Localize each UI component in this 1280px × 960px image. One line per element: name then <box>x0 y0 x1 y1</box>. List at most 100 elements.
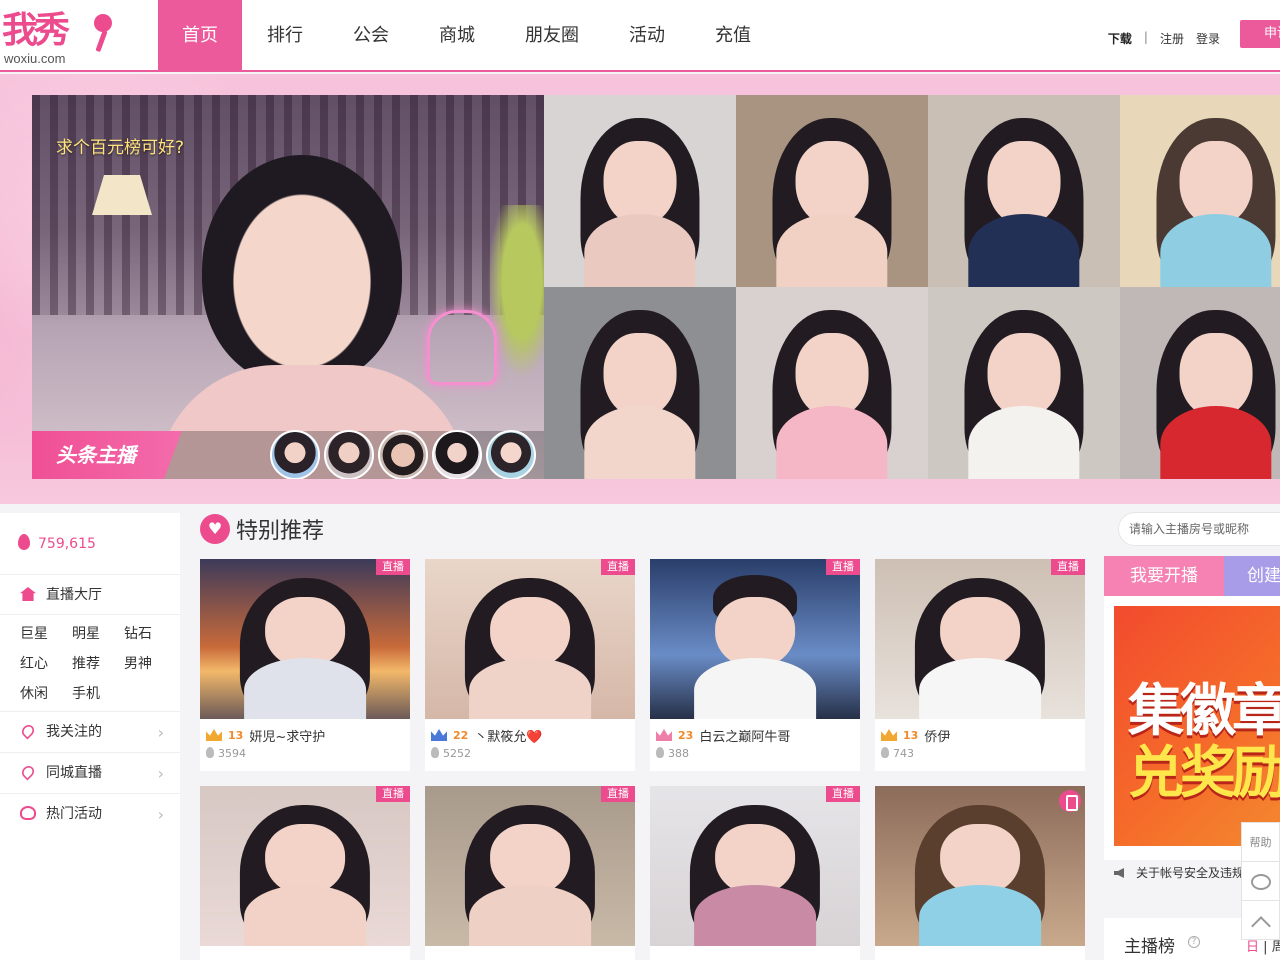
section-title: 特别推荐 <box>236 519 325 544</box>
live-badge: 直播 <box>376 559 410 575</box>
streamer-portrait <box>650 559 860 719</box>
live-badge: 直播 <box>376 786 410 802</box>
category-diamond[interactable]: 钻石 <box>124 619 176 649</box>
start-live-button[interactable]: 我要开播 <box>1104 556 1224 596</box>
streamer-portrait <box>928 95 1120 287</box>
streamer-tile[interactable] <box>736 95 928 287</box>
logo-domain: woxiu.com <box>4 51 66 66</box>
badge-event-banner[interactable]: 集徽章 兑奖励 <box>1114 606 1280 846</box>
category-superstar[interactable]: 巨星 <box>20 619 72 649</box>
login-link[interactable]: 登录 <box>1196 30 1220 47</box>
streamer-portrait <box>1120 95 1280 287</box>
nav-ranking[interactable]: 排行 <box>242 0 328 72</box>
category-mobile[interactable]: 手机 <box>72 679 124 709</box>
crown-icon <box>881 729 897 741</box>
tab-weekly[interactable]: 周 <box>1272 940 1280 955</box>
flame-icon <box>18 534 30 550</box>
streamer-portrait <box>1120 287 1280 479</box>
apply-anchor-button[interactable]: 申请 <box>1240 20 1280 48</box>
live-badge: 直播 <box>601 786 635 802</box>
headline-thumb[interactable] <box>486 430 536 479</box>
stream-caption: 求个百元榜可好? <box>56 138 185 158</box>
woxiu-logo[interactable]: 我秀 woxiu.com <box>2 10 122 66</box>
sidebar-local-live[interactable]: 同城直播 › <box>0 752 180 793</box>
wechat-button[interactable] <box>1242 862 1279 901</box>
create-button[interactable]: 创建 <box>1224 556 1280 596</box>
chevron-right-icon: › <box>157 805 164 824</box>
streamer-tile[interactable] <box>928 95 1120 287</box>
sidebar-following[interactable]: 我关注的 › <box>0 711 180 752</box>
streamer-name: 丶默筱允❤️ <box>474 729 543 745</box>
nav-events[interactable]: 活动 <box>604 0 690 72</box>
link-separator: | <box>1143 30 1148 44</box>
hot-events-label: 热门活动 <box>46 806 102 822</box>
stream-cover: 直播 <box>200 559 410 719</box>
sidebar-hot-events[interactable]: 热门活动 › <box>0 793 180 834</box>
category-male[interactable]: 男神 <box>124 649 176 679</box>
streamer-portrait <box>200 559 410 719</box>
crown-icon <box>656 729 672 741</box>
stream-card[interactable] <box>875 786 1085 960</box>
category-recommended[interactable]: 推荐 <box>72 649 124 679</box>
headline-thumb[interactable] <box>270 430 320 479</box>
streamer-level: 22 <box>453 728 469 742</box>
stream-card[interactable]: 直播 <box>200 786 410 960</box>
search-input[interactable]: 请输入主播房号或昵称 <box>1118 512 1280 546</box>
nav-mall[interactable]: 商城 <box>414 0 500 72</box>
online-count: 759,615 <box>0 513 180 575</box>
category-leisure[interactable]: 休闲 <box>20 679 72 709</box>
help-button[interactable]: 帮助 <box>1242 823 1279 862</box>
headline-thumb[interactable] <box>378 430 428 479</box>
flame-icon <box>20 806 36 820</box>
register-link[interactable]: 注册 <box>1160 30 1184 47</box>
live-badge: 直播 <box>826 786 860 802</box>
live-hall-link[interactable]: 直播大厅 <box>0 575 180 615</box>
streamer-portrait <box>875 559 1085 719</box>
streamer-name: 白云之巅阿牛哥 <box>699 729 791 745</box>
streamer-tile[interactable] <box>736 287 928 479</box>
nav-guild[interactable]: 公会 <box>328 0 414 72</box>
main-nav: 首页 排行 公会 商城 朋友圈 活动 充值 <box>158 0 776 72</box>
headline-stream[interactable]: 求个百元榜可好? 头条主播 <box>32 95 544 479</box>
live-badge: 直播 <box>826 559 860 575</box>
chevron-right-icon: › <box>157 723 164 742</box>
promo-line-2: 兑奖励 <box>1128 741 1280 806</box>
streamer-portrait <box>736 95 928 287</box>
tab-daily[interactable]: 日 <box>1246 940 1259 955</box>
announcement[interactable]: 关于帐号安全及违规 <box>1114 864 1244 881</box>
headline-thumbnails <box>270 430 536 479</box>
stream-cover: 直播 <box>650 559 860 719</box>
category-red-heart[interactable]: 红心 <box>20 649 72 679</box>
flame-icon <box>881 747 889 758</box>
help-icon[interactable]: ? <box>1188 936 1200 948</box>
nav-moments[interactable]: 朋友圈 <box>500 0 604 72</box>
stream-card[interactable]: 直播 23 白云之巅阿牛哥 388 <box>650 559 860 771</box>
streamer-tile[interactable] <box>1120 287 1280 479</box>
streamer-name: 妍児~求守护 <box>249 729 326 745</box>
stream-card[interactable]: 直播 <box>650 786 860 960</box>
streamer-tile[interactable] <box>544 95 736 287</box>
headline-thumb[interactable] <box>432 430 482 479</box>
neon-sign-decor <box>427 310 497 385</box>
stream-card[interactable]: 直播 13 妍児~求守护 3594 <box>200 559 410 771</box>
category-star[interactable]: 明星 <box>72 619 124 649</box>
promo-panel: 集徽章 兑奖励 <box>1104 596 1280 860</box>
headline-thumb[interactable] <box>324 430 374 479</box>
streamer-portrait <box>650 786 860 946</box>
stream-card[interactable]: 直播 22 丶默筱允❤️ 5252 <box>425 559 635 771</box>
nav-recharge[interactable]: 充值 <box>690 0 776 72</box>
floating-toolbar: 帮助 <box>1241 822 1280 940</box>
streamer-portrait <box>425 559 635 719</box>
stream-card[interactable]: 直播 13 侨伊 743 <box>875 559 1085 771</box>
download-link[interactable]: 下载 <box>1108 30 1132 47</box>
streamer-portrait <box>928 287 1120 479</box>
heart-icon: ♥ <box>200 514 230 544</box>
streamer-tile[interactable] <box>1120 95 1280 287</box>
stream-card[interactable]: 直播 <box>425 786 635 960</box>
streamer-tile[interactable] <box>928 287 1120 479</box>
nav-home[interactable]: 首页 <box>158 0 242 72</box>
streamer-tile[interactable] <box>544 287 736 479</box>
stream-cover <box>875 786 1085 946</box>
streamer-portrait <box>736 287 928 479</box>
back-to-top-button[interactable] <box>1242 901 1279 940</box>
